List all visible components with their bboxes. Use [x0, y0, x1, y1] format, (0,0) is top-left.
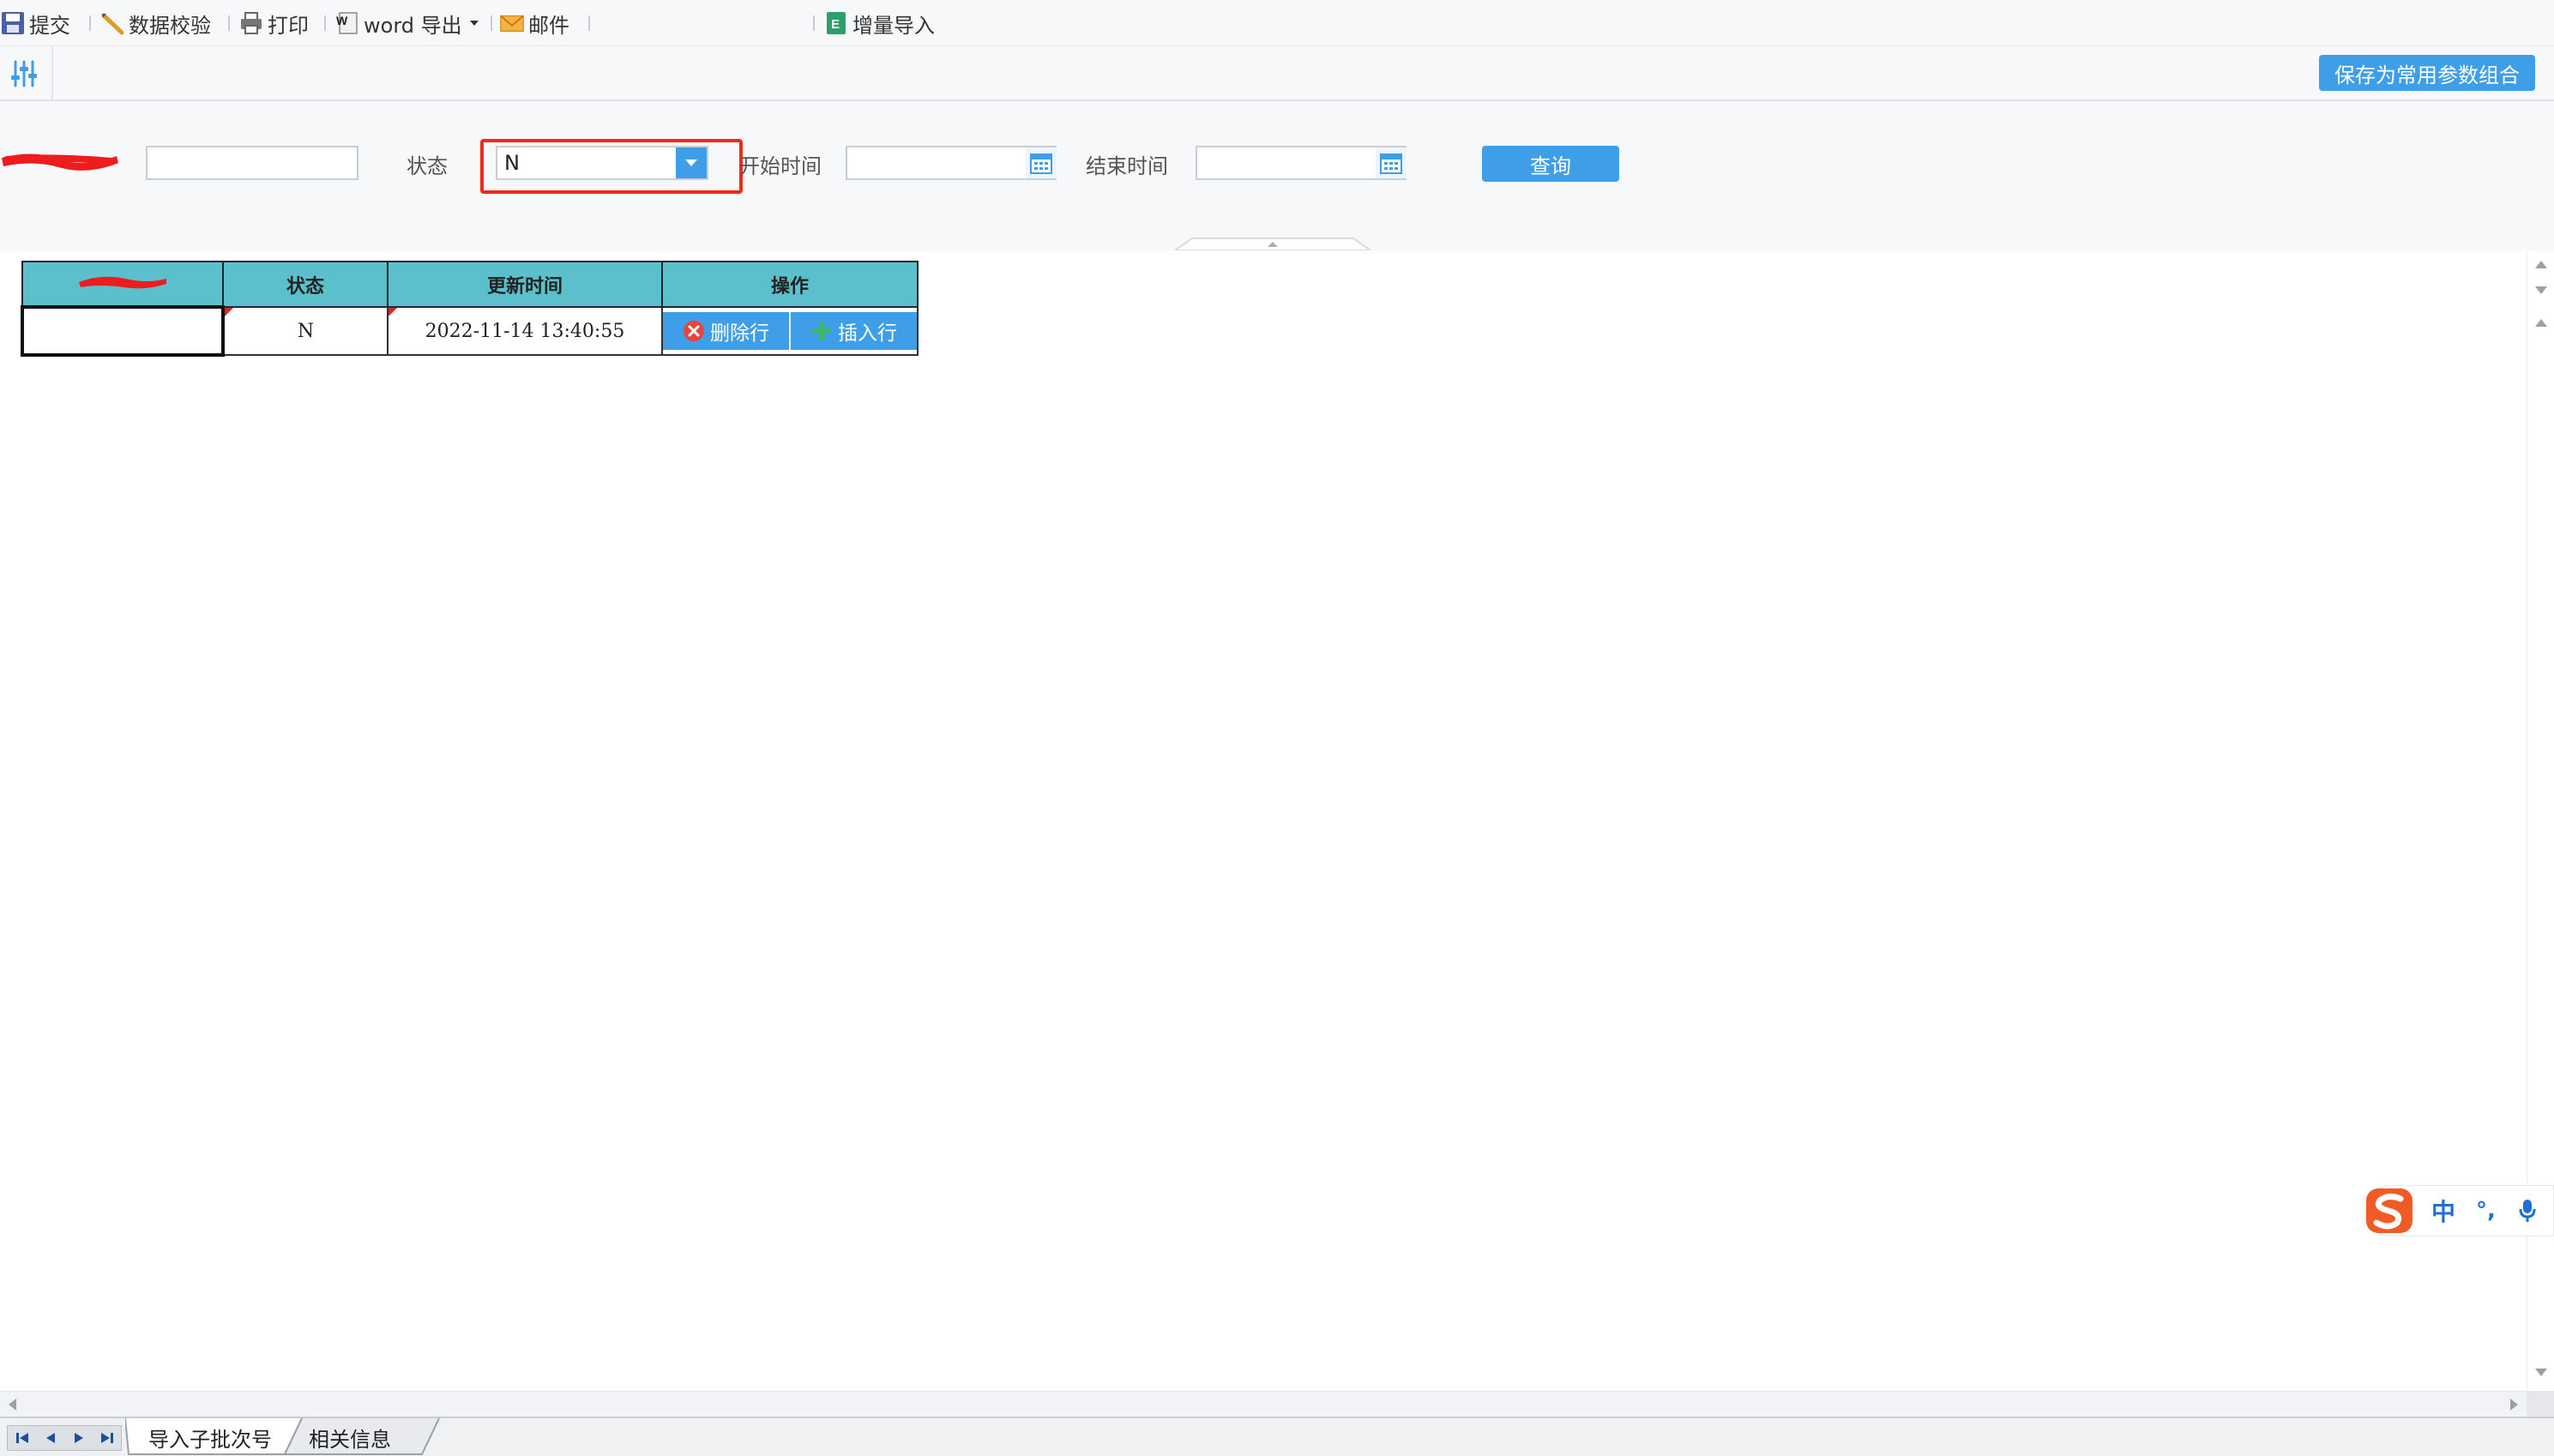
sheet-tab-import-batch[interactable]: 导入子批次号	[130, 1418, 290, 1456]
grid-cell-updated[interactable]: 2022-11-14 13:40:55	[387, 306, 663, 356]
plus-icon	[810, 320, 833, 342]
filter-settings-icon[interactable]	[9, 58, 39, 89]
param-bar: 保存为常用参数组合	[0, 46, 2554, 101]
query-button-label: 查询	[1530, 153, 1571, 178]
query-area: 状态 N 开始时间 结束时间 查询	[0, 101, 2554, 251]
sogou-logo-icon[interactable]	[2363, 1185, 2418, 1236]
print-label: 打印	[268, 13, 309, 38]
ime-punct-label[interactable]: °,	[2476, 1198, 2496, 1224]
scroll-up-icon[interactable]	[2535, 319, 2547, 327]
grid-cell-status[interactable]: N	[222, 306, 389, 356]
incremental-import-button[interactable]: E 增量导入	[823, 5, 935, 41]
toolbar: 提交 数据校验 打印 W word 导出 邮件 E 增量导入	[0, 0, 2554, 46]
redacted-header-mark	[79, 276, 166, 289]
printer-icon	[238, 10, 264, 36]
end-calendar-icon[interactable]	[1376, 147, 1407, 178]
comment-marker	[225, 308, 233, 316]
word-export-button[interactable]: W word 导出	[334, 5, 479, 41]
envelope-icon	[499, 10, 525, 36]
status-select[interactable]: N	[496, 146, 708, 180]
chevron-down-icon	[469, 19, 479, 27]
sheet-tab-related-info-label: 相关信息	[309, 1427, 391, 1452]
comment-marker	[389, 308, 397, 316]
incremental-import-label: 增量导入	[852, 13, 935, 38]
mail-button[interactable]: 邮件	[499, 5, 569, 41]
save-param-combo-button[interactable]: 保存为常用参数组合	[2319, 55, 2535, 91]
field1-input[interactable]	[146, 146, 358, 180]
toolbar-separator	[228, 15, 230, 31]
toolbar-separator	[588, 15, 590, 31]
grid-cell-col1[interactable]	[21, 305, 225, 357]
collapse-handle[interactable]	[1172, 237, 1374, 251]
row-action-group: 删除行 插入行	[663, 312, 917, 350]
status-select-value: N	[504, 151, 520, 175]
scroll-down-icon[interactable]	[2535, 286, 2547, 294]
scroll-up-icon[interactable]	[2535, 261, 2547, 268]
ime-toolbar[interactable]: 中 °,	[2365, 1185, 2554, 1236]
dropdown-arrow-icon[interactable]	[676, 147, 707, 178]
scroll-down-icon[interactable]	[2535, 1369, 2547, 1376]
report-content: 状态 更新时间 操作 N 2022-11-14 13:40:55 删除行 插入行	[0, 250, 2527, 1391]
save-param-combo-label: 保存为常用参数组合	[2334, 63, 2520, 87]
grid-header-redacted	[21, 261, 224, 308]
start-calendar-icon[interactable]	[1026, 147, 1057, 178]
validate-button[interactable]: 数据校验	[99, 5, 211, 41]
mail-label: 邮件	[528, 13, 569, 38]
microphone-icon[interactable]	[2518, 1198, 2537, 1224]
sheet-nav	[7, 1425, 122, 1451]
excel-icon: E	[823, 10, 849, 36]
start-time-label: 开始时间	[739, 154, 822, 178]
grid-header-updated: 更新时间	[387, 261, 663, 308]
table-row: N 2022-11-14 13:40:55 删除行 插入行	[21, 305, 919, 357]
toolbar-separator	[813, 15, 815, 31]
redacted-label	[0, 142, 122, 182]
pencil-icon	[99, 10, 125, 36]
grid-header-action: 操作	[661, 261, 919, 308]
submit-label: 提交	[29, 13, 70, 38]
word-export-label: word 导出	[364, 13, 462, 38]
svg-text:W: W	[336, 14, 348, 27]
delete-row-label: 删除行	[710, 322, 769, 345]
scroll-left-icon[interactable]	[9, 1399, 16, 1411]
insert-row-label: 插入行	[838, 322, 897, 345]
status-label: 状态	[407, 154, 448, 178]
save-icon	[0, 10, 26, 36]
grid-header-row: 状态 更新时间 操作	[21, 261, 919, 308]
toolbar-separator	[491, 15, 492, 31]
horizontal-scrollbar[interactable]	[0, 1391, 2527, 1417]
delete-row-button[interactable]: 删除行	[663, 312, 791, 350]
first-sheet-icon[interactable]	[12, 1428, 33, 1448]
last-sheet-icon[interactable]	[97, 1428, 117, 1448]
param-divider	[51, 46, 53, 99]
sheet-tabs: 导入子批次号 相关信息	[0, 1417, 2554, 1456]
insert-row-button[interactable]: 插入行	[791, 312, 917, 350]
grid-cell-action: 删除行 插入行	[661, 306, 919, 356]
svg-text:E: E	[831, 17, 840, 32]
toolbar-separator	[89, 15, 91, 31]
word-document-icon: W	[334, 10, 360, 36]
scroll-right-icon[interactable]	[2510, 1399, 2518, 1411]
next-sheet-icon[interactable]	[69, 1428, 89, 1448]
scroll-corner	[2527, 1391, 2554, 1417]
grid-cell-updated-text: 2022-11-14 13:40:55	[425, 320, 625, 342]
toolbar-separator	[324, 15, 326, 31]
report-grid: 状态 更新时间 操作 N 2022-11-14 13:40:55 删除行 插入行	[21, 261, 919, 357]
prev-sheet-icon[interactable]	[40, 1428, 61, 1448]
query-button[interactable]: 查询	[1482, 146, 1619, 182]
delete-icon	[683, 320, 705, 342]
print-button[interactable]: 打印	[238, 5, 309, 41]
validate-label: 数据校验	[129, 13, 211, 38]
submit-button[interactable]: 提交	[0, 5, 70, 41]
sheet-tab-related-info[interactable]: 相关信息	[290, 1418, 410, 1456]
ime-mode-label[interactable]: 中	[2431, 1194, 2455, 1228]
grid-cell-status-text: N	[297, 320, 315, 342]
sheet-tab-import-batch-label: 导入子批次号	[148, 1427, 272, 1452]
end-time-label: 结束时间	[1086, 154, 1168, 178]
grid-header-status: 状态	[222, 261, 389, 308]
